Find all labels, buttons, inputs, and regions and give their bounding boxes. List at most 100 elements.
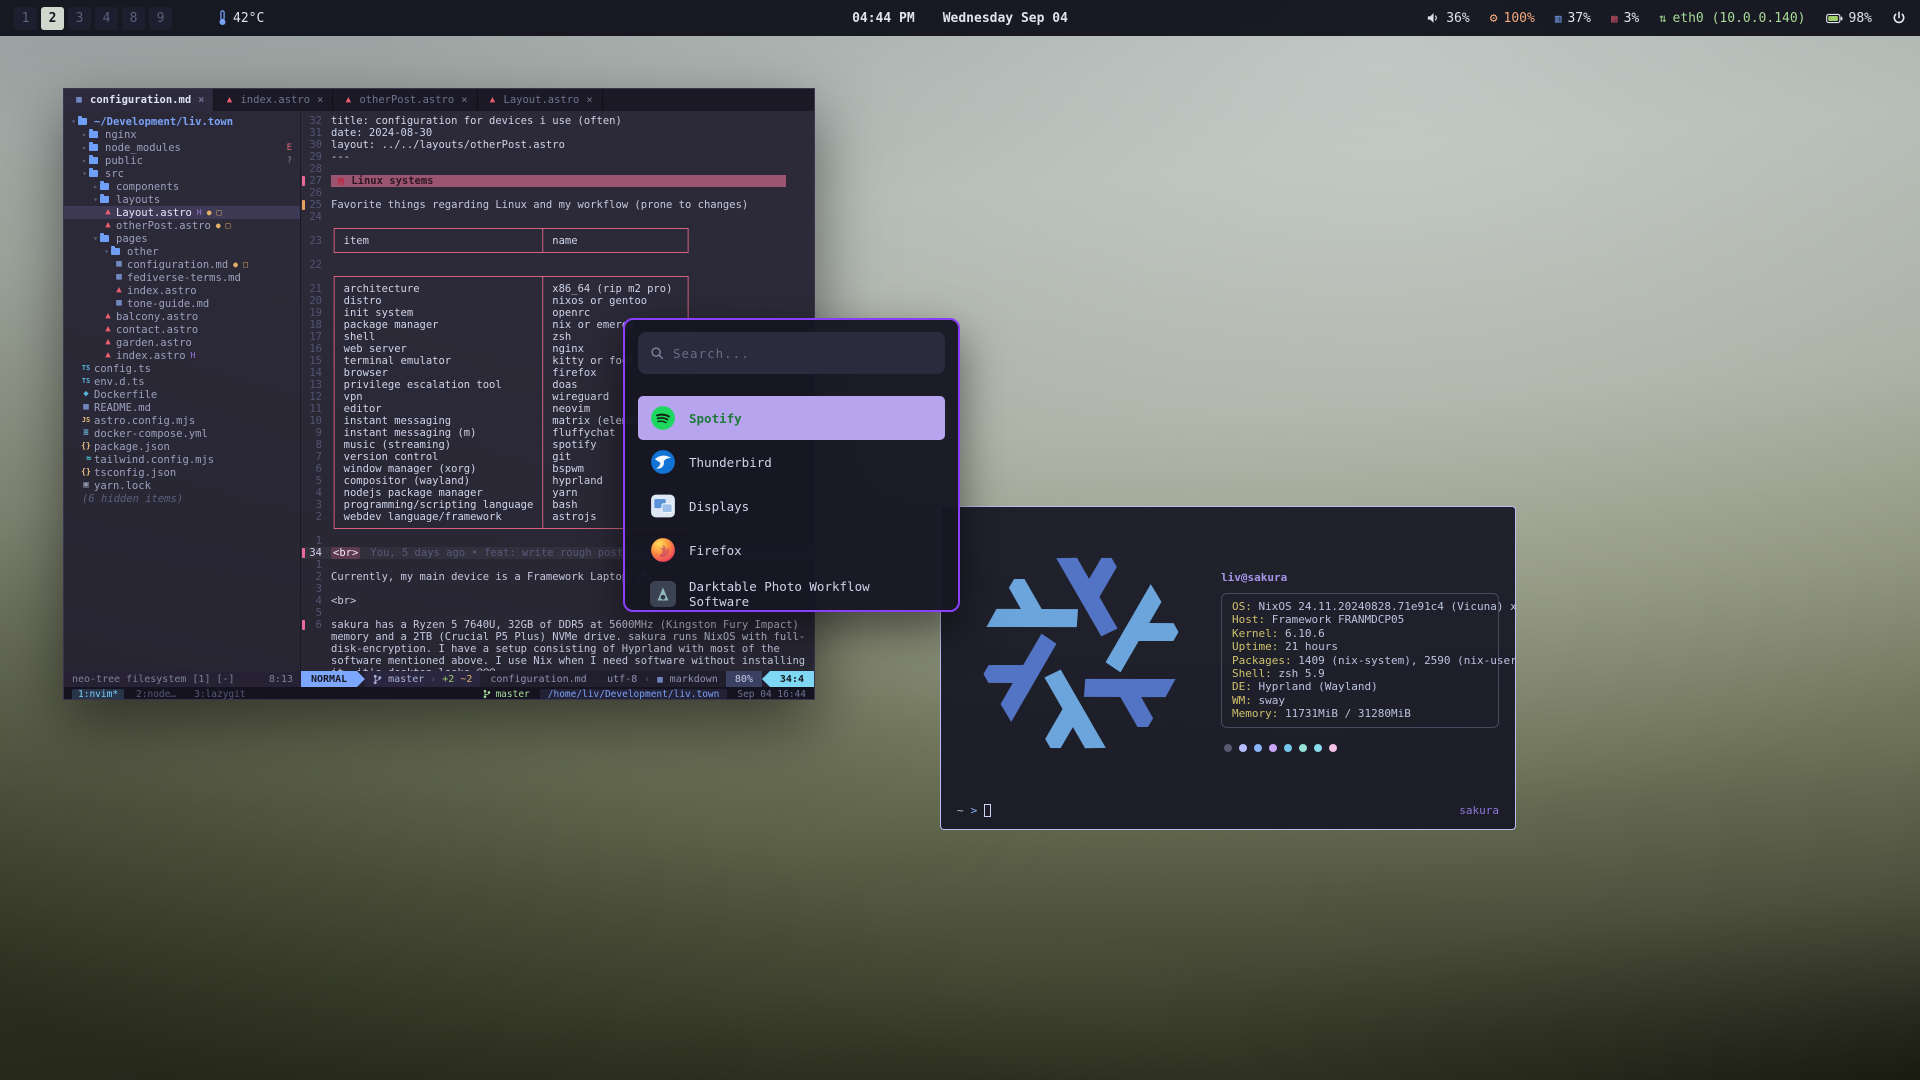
chevron-down-icon: ▾ (102, 247, 111, 256)
tree-item-development-liv-town[interactable]: ▾~/Development/liv.town (64, 115, 300, 128)
tree-item-yarn-lock[interactable]: yarn.lock (64, 479, 300, 492)
power-button[interactable] (1892, 11, 1906, 25)
search-input[interactable] (673, 346, 933, 361)
tree-item-index-astro[interactable]: index.astro H (64, 349, 300, 362)
astro-file-icon (102, 221, 114, 230)
workspace-2[interactable]: 2 (41, 7, 64, 30)
tab-configuration-md[interactable]: configuration.md (64, 89, 214, 111)
tree-item-label: (6 hidden items) (82, 493, 183, 505)
tree-item-docker-compose-yml[interactable]: docker-compose.yml (64, 427, 300, 440)
tree-item-label: index.astro (116, 350, 186, 362)
editor-line: 29--- (301, 151, 814, 163)
clock-date: Wednesday Sep 04 (943, 11, 1068, 26)
tree-item-label: pages (116, 233, 148, 245)
close-icon[interactable] (315, 94, 323, 106)
temperature-module[interactable]: 42°C (218, 10, 264, 26)
tree-item-tsconfig-json[interactable]: tsconfig.json (64, 466, 300, 479)
tree-item-src[interactable]: ▾ src (64, 167, 300, 180)
tree-item-configuration-md[interactable]: configuration.md●□ (64, 258, 300, 271)
tmux-window-2-node[interactable]: 2:node… (130, 689, 182, 700)
workspace-4[interactable]: 4 (95, 7, 118, 30)
git-branch-icon (373, 674, 382, 685)
tab-layout-astro[interactable]: Layout.astro (478, 89, 603, 111)
tree-item-nginx[interactable]: ▸nginx (64, 128, 300, 141)
tab-index-astro[interactable]: index.astro (214, 89, 333, 111)
workspace-1[interactable]: 1 (14, 7, 37, 30)
fetch-user-host: liv@sakura (1221, 571, 1499, 584)
tree-item-label: yarn.lock (94, 480, 151, 492)
tree-item-other[interactable]: ▾other (64, 245, 300, 258)
workspaces: 123489 (14, 7, 172, 30)
workspace-3[interactable]: 3 (68, 7, 91, 30)
status-badge: H (191, 351, 196, 360)
workspace-8[interactable]: 8 (122, 7, 145, 30)
tree-item-garden-astro[interactable]: garden.astro (64, 336, 300, 349)
tree-item-readme-md[interactable]: README.md (64, 401, 300, 414)
tree-item-dockerfile[interactable]: Dockerfile (64, 388, 300, 401)
git-branch-name: master (388, 674, 424, 685)
tmux-window-3-lazygit[interactable]: 3:lazygit (188, 689, 251, 700)
battery-module[interactable]: 98% (1826, 11, 1872, 26)
network-module[interactable]: ⇅ eth0 (10.0.0.140) (1659, 11, 1805, 26)
app-item-thunderbird[interactable]: Thunderbird (638, 440, 945, 484)
astro-file-icon (223, 96, 235, 105)
chevron-down-icon: ▾ (91, 234, 100, 243)
tree-item-index-astro[interactable]: index.astro (64, 284, 300, 297)
chevron-right-icon: ▸ (80, 143, 89, 152)
tree-item-tone-guide-md[interactable]: tone-guide.md (64, 297, 300, 310)
vim-mode-indicator: NORMAL (301, 671, 357, 687)
volume-module[interactable]: 36% (1427, 11, 1469, 26)
tree-item-components[interactable]: ▸components (64, 180, 300, 193)
tree-item-6-hidden-items[interactable]: (6 hidden items) (64, 492, 300, 505)
git-status-segment: master +2 ~2 (365, 671, 480, 687)
app-item-spotify[interactable]: Spotify (638, 396, 945, 440)
tree-item-public[interactable]: ▸public? (64, 154, 300, 167)
tree-item-layouts[interactable]: ▾layouts (64, 193, 300, 206)
search-box[interactable] (638, 332, 945, 374)
tree-item-label: env.d.ts (94, 376, 145, 388)
shell-prompt[interactable]: ~ > (957, 804, 991, 817)
close-icon[interactable] (196, 94, 204, 106)
tree-item-package-json[interactable]: package.json (64, 440, 300, 453)
app-item-displays[interactable]: Displays (638, 484, 945, 528)
close-icon[interactable] (584, 94, 592, 106)
tree-item-contact-astro[interactable]: contact.astro (64, 323, 300, 336)
fetch-row-shell: Shell: zsh 5.9 (1232, 667, 1488, 680)
fetch-row-host: Host: Framework FRANMDCP05 (1232, 613, 1488, 626)
tree-item-pages[interactable]: ▾ pages (64, 232, 300, 245)
chevron-down-icon: ▾ (80, 169, 89, 178)
tree-item-env-d-ts[interactable]: env.d.ts (64, 375, 300, 388)
tree-item-config-ts[interactable]: config.ts (64, 362, 300, 375)
cpu-module[interactable]: ▦ 3% (1611, 11, 1639, 26)
tree-item-otherpost-astro[interactable]: otherPost.astro●□ (64, 219, 300, 232)
tree-item-astro-config-mjs[interactable]: astro.config.mjs (64, 414, 300, 427)
astro-file-icon (102, 208, 114, 217)
tree-item-tailwind-config-mjs[interactable]: tailwind.config.mjs (64, 453, 300, 466)
astro-file-icon (102, 312, 114, 321)
tree-item-fediverse-terms-md[interactable]: fediverse-terms.md (64, 271, 300, 284)
app-item-firefox[interactable]: Firefox (638, 528, 945, 572)
tab-label: configuration.md (90, 94, 191, 106)
darktable-icon (650, 581, 676, 607)
tree-item-label: tailwind.config.mjs (94, 454, 214, 466)
terminal-window[interactable]: liv@sakura OS: NixOS 24.11.20240828.71e9… (940, 506, 1516, 830)
tree-item-balcony-astro[interactable]: balcony.astro (64, 310, 300, 323)
workspace-9[interactable]: 9 (149, 7, 172, 30)
status-badge: ● (216, 221, 221, 230)
memory-icon: ▥ (1555, 12, 1562, 25)
tree-item-node-modules[interactable]: ▸node_modulesE (64, 141, 300, 154)
tab-otherpost-astro[interactable]: otherPost.astro (333, 89, 477, 111)
tree-item-label: src (105, 168, 124, 180)
brightness-module[interactable]: ⚙ 100% (1490, 11, 1535, 26)
chevron-down-icon: ▾ (91, 195, 100, 204)
close-icon[interactable] (459, 94, 467, 106)
tmux-datetime: Sep 04 16:44 (737, 689, 806, 700)
tree-item-layout-astro[interactable]: Layout.astroH●□ (64, 206, 300, 219)
memory-module[interactable]: ▥ 37% (1555, 11, 1591, 26)
tree-item-label: node_modules (105, 142, 181, 154)
fetch-row-os: OS: NixOS 24.11.20240828.71e91c4 (Vicuna… (1232, 600, 1488, 613)
temperature-value: 42°C (233, 11, 264, 26)
tmux-window-1-nvim[interactable]: 1:nvim* (72, 689, 124, 700)
folder-icon (78, 118, 87, 125)
app-item-darktable-photo-workflow-software[interactable]: Darktable Photo Workflow Software (638, 572, 945, 612)
